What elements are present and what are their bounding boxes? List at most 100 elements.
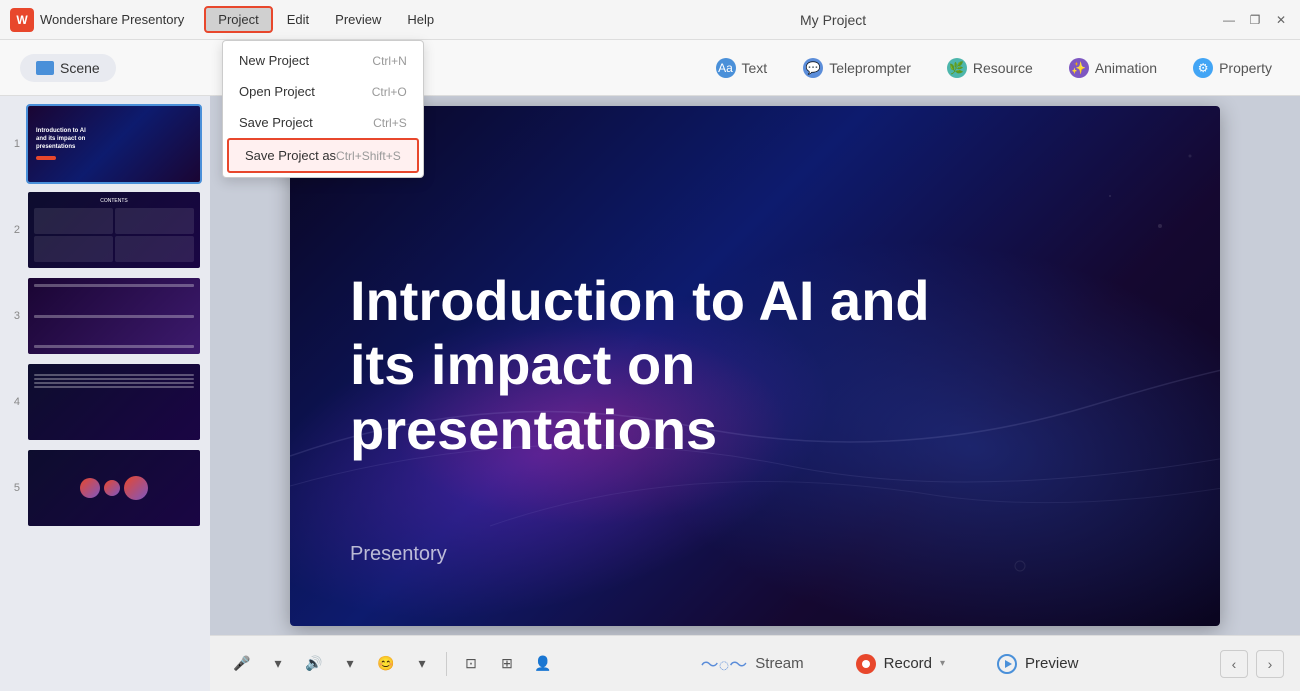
microphone-dropdown[interactable]: ▾ bbox=[262, 648, 294, 680]
scene-button-label: Scene bbox=[60, 60, 100, 76]
slide-thumb-1[interactable]: Introduction to AIand its impact onprese… bbox=[26, 104, 202, 184]
menu-project[interactable]: Project bbox=[204, 6, 272, 33]
tab-teleprompter[interactable]: 💬 Teleprompter bbox=[795, 54, 919, 82]
maximize-button[interactable]: ❐ bbox=[1246, 11, 1264, 29]
bottom-bar: 🎤 ▾ 🔊 ▾ 😊 ▾ ⊡ ⊞ 👤 〜◌〜 Stream bbox=[210, 635, 1300, 691]
bottom-separator-1 bbox=[446, 652, 447, 676]
new-project-item[interactable]: New Project Ctrl+N bbox=[223, 45, 423, 76]
tab-animation-label: Animation bbox=[1095, 60, 1157, 76]
slide-1-thumb-title: Introduction to AIand its impact onprese… bbox=[36, 128, 86, 151]
scene-icon bbox=[36, 61, 54, 75]
slide-4-line-1 bbox=[34, 374, 194, 376]
settings-dropdown[interactable]: ▾ bbox=[406, 648, 438, 680]
slide-4-line-2 bbox=[34, 378, 194, 380]
app-name: Wondershare Presentory bbox=[40, 12, 184, 27]
save-project-as-item[interactable]: Save Project as Ctrl+Shift+S bbox=[227, 138, 419, 173]
slide-5-circle-3 bbox=[124, 476, 148, 500]
slide-3-bar-3 bbox=[34, 345, 194, 348]
slide-thumb-3[interactable] bbox=[26, 276, 202, 356]
menu-edit[interactable]: Edit bbox=[275, 8, 321, 31]
slide-panel: 1 Introduction to AIand its impact onpre… bbox=[0, 96, 210, 691]
slide-subtitle: Presentory bbox=[350, 543, 447, 566]
slide-thumb-4[interactable] bbox=[26, 362, 202, 442]
volume-dropdown[interactable]: ▾ bbox=[334, 648, 366, 680]
slide-2-thumb-grid bbox=[34, 208, 194, 262]
open-project-label: Open Project bbox=[239, 84, 315, 99]
slide-2-cell-4 bbox=[115, 236, 194, 262]
save-project-shortcut: Ctrl+S bbox=[373, 116, 407, 130]
microphone-button[interactable]: 🎤 bbox=[226, 648, 258, 680]
slide-2-thumb-header: CONTENTS bbox=[34, 198, 194, 204]
view-btn-1[interactable]: ⊡ bbox=[455, 648, 487, 680]
toolbar: Scene Aa Text 💬 Teleprompter 🌿 Resource … bbox=[0, 40, 1300, 96]
nav-next-button[interactable]: › bbox=[1256, 650, 1284, 678]
canvas-area: Introduction to AI and its impact on pre… bbox=[210, 96, 1300, 691]
preview-play-icon bbox=[1005, 660, 1012, 668]
slide-item-5[interactable]: 5 bbox=[8, 448, 202, 528]
slide-4-lines bbox=[34, 374, 194, 388]
slide-5-circle-2 bbox=[104, 480, 120, 496]
teleprompter-icon: 💬 bbox=[803, 58, 823, 78]
new-project-label: New Project bbox=[239, 53, 309, 68]
slide-2-cell-1 bbox=[34, 208, 113, 234]
slide-number-4: 4 bbox=[8, 396, 20, 408]
text-icon: Aa bbox=[716, 58, 736, 78]
title-bar: W Wondershare Presentory Project Edit Pr… bbox=[0, 0, 1300, 40]
slide-item-4[interactable]: 4 bbox=[8, 362, 202, 442]
slide-number-2: 2 bbox=[8, 224, 20, 236]
menu-preview[interactable]: Preview bbox=[323, 8, 393, 31]
nav-prev-button[interactable]: ‹ bbox=[1220, 650, 1248, 678]
settings-button[interactable]: 😊 bbox=[370, 648, 402, 680]
slide-3-bar-1 bbox=[34, 284, 194, 287]
slide-item-2[interactable]: 2 CONTENTS bbox=[8, 190, 202, 270]
slide-thumb-2[interactable]: CONTENTS bbox=[26, 190, 202, 270]
minimize-button[interactable]: — bbox=[1220, 11, 1238, 29]
slide-item-1[interactable]: 1 Introduction to AIand its impact onpre… bbox=[8, 104, 202, 184]
view-btn-3[interactable]: 👤 bbox=[527, 648, 559, 680]
slide-canvas[interactable]: Introduction to AI and its impact on pre… bbox=[290, 106, 1220, 626]
save-project-item[interactable]: Save Project Ctrl+S bbox=[223, 107, 423, 138]
bottom-nav: ‹ › bbox=[1220, 650, 1284, 678]
property-icon: ⚙ bbox=[1193, 58, 1213, 78]
tab-property-label: Property bbox=[1219, 60, 1272, 76]
tab-text-label: Text bbox=[742, 60, 768, 76]
record-dropdown-arrow[interactable]: ▾ bbox=[940, 658, 945, 669]
slide-thumb-5[interactable] bbox=[26, 448, 202, 528]
slide-thumb-inner-1: Introduction to AIand its impact onprese… bbox=[28, 106, 200, 182]
preview-icon bbox=[997, 654, 1017, 674]
slide-thumb-inner-5 bbox=[28, 450, 200, 526]
menu-help[interactable]: Help bbox=[395, 8, 446, 31]
stream-button[interactable]: 〜◌〜 Stream bbox=[685, 645, 820, 683]
tab-resource-label: Resource bbox=[973, 60, 1033, 76]
scene-button[interactable]: Scene bbox=[20, 54, 116, 82]
tab-property[interactable]: ⚙ Property bbox=[1185, 54, 1280, 82]
slide-4-line-3 bbox=[34, 382, 194, 384]
record-inner bbox=[862, 660, 870, 668]
slide-3-bar-2 bbox=[34, 315, 194, 318]
close-button[interactable]: ✕ bbox=[1272, 11, 1290, 29]
stream-icon: 〜◌〜 bbox=[701, 651, 748, 677]
preview-button[interactable]: Preview bbox=[981, 648, 1094, 680]
slide-2-cell-2 bbox=[115, 208, 194, 234]
save-project-label: Save Project bbox=[239, 115, 313, 130]
slide-item-3[interactable]: 3 bbox=[8, 276, 202, 356]
tab-animation[interactable]: ✨ Animation bbox=[1061, 54, 1165, 82]
project-dropdown-menu: New Project Ctrl+N Open Project Ctrl+O S… bbox=[222, 40, 424, 178]
view-btn-2[interactable]: ⊞ bbox=[491, 648, 523, 680]
tab-text[interactable]: Aa Text bbox=[708, 54, 776, 82]
slide-thumb-inner-2: CONTENTS bbox=[28, 192, 200, 268]
bottom-controls-left: 🎤 ▾ 🔊 ▾ 😊 ▾ ⊡ ⊞ 👤 bbox=[226, 648, 559, 680]
tab-resource[interactable]: 🌿 Resource bbox=[939, 54, 1041, 82]
record-button[interactable]: Record ▾ bbox=[840, 648, 961, 680]
volume-button[interactable]: 🔊 bbox=[298, 648, 330, 680]
slide-title: Introduction to AI and its impact on pre… bbox=[350, 269, 950, 462]
toolbar-tabs: Aa Text 💬 Teleprompter 🌿 Resource ✨ Anim… bbox=[708, 54, 1281, 82]
record-icon bbox=[856, 654, 876, 674]
preview-label: Preview bbox=[1025, 655, 1078, 672]
save-project-as-label: Save Project as bbox=[245, 148, 336, 163]
tab-teleprompter-label: Teleprompter bbox=[829, 60, 911, 76]
bottom-actions: 〜◌〜 Stream Record ▾ Preview bbox=[685, 645, 1095, 683]
slide-5-circle-1 bbox=[80, 478, 100, 498]
record-label: Record bbox=[884, 655, 932, 672]
open-project-item[interactable]: Open Project Ctrl+O bbox=[223, 76, 423, 107]
